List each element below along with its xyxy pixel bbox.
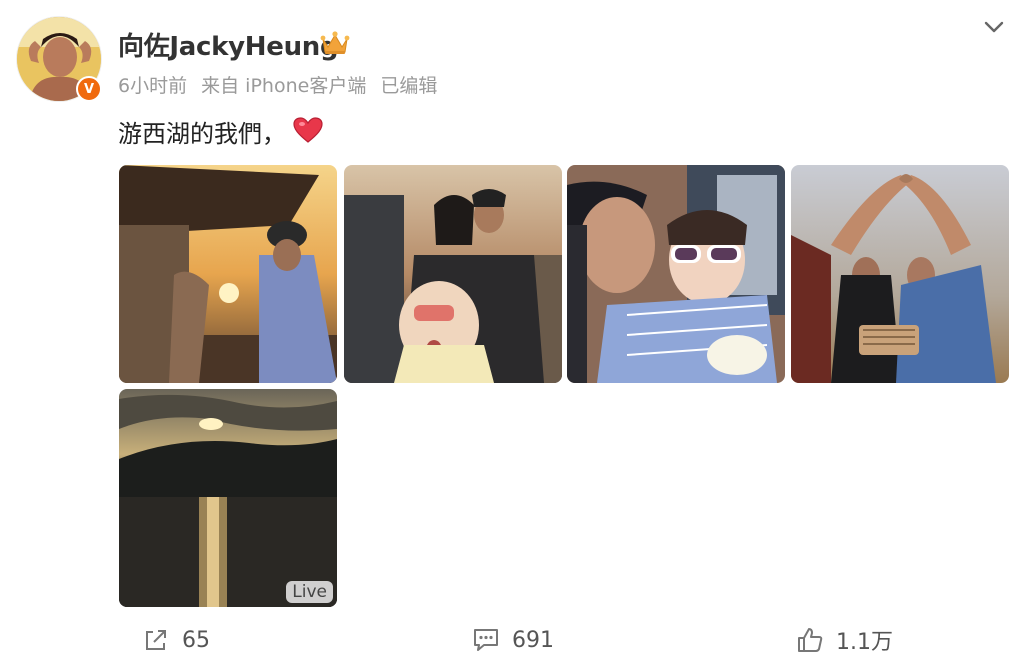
share-count: 65 <box>182 627 210 653</box>
comment-icon <box>474 629 498 651</box>
family-selfie-photo[interactable] <box>344 165 562 383</box>
like-button[interactable]: 1.1万 <box>796 624 893 656</box>
share-icon <box>146 630 166 650</box>
girl-sunglasses-photo[interactable] <box>567 165 785 383</box>
like-icon <box>798 628 823 652</box>
post-source: 来自 iPhone客户端 <box>201 75 367 97</box>
lake-sunset-photo[interactable]: Live <box>119 389 337 607</box>
comment-count: 691 <box>512 627 554 653</box>
sunset-heart-photo[interactable] <box>119 165 337 383</box>
post-time: 6小时前 <box>118 75 188 97</box>
comment-button[interactable]: 691 <box>472 624 554 656</box>
live-badge: Live <box>286 581 333 603</box>
heart-icon <box>293 117 323 143</box>
verified-badge: V <box>76 76 102 102</box>
like-count: 1.1万 <box>836 630 893 655</box>
weibo-post: V 向佐JackyHeung 6小时前 来自 iPhone客户端 已编辑 游西湖… <box>0 0 1028 670</box>
post-text: 游西湖的我們， <box>118 120 286 148</box>
chevron-down-icon[interactable] <box>981 14 1007 40</box>
avatar[interactable]: V <box>16 16 102 102</box>
couple-heart-photo[interactable] <box>791 165 1009 383</box>
crown-icon <box>320 31 350 54</box>
author-name[interactable]: 向佐JackyHeung <box>118 26 339 63</box>
share-button[interactable]: 65 <box>142 624 210 656</box>
post-edited: 已编辑 <box>380 75 438 97</box>
post-meta: 6小时前 来自 iPhone客户端 已编辑 <box>118 71 445 98</box>
